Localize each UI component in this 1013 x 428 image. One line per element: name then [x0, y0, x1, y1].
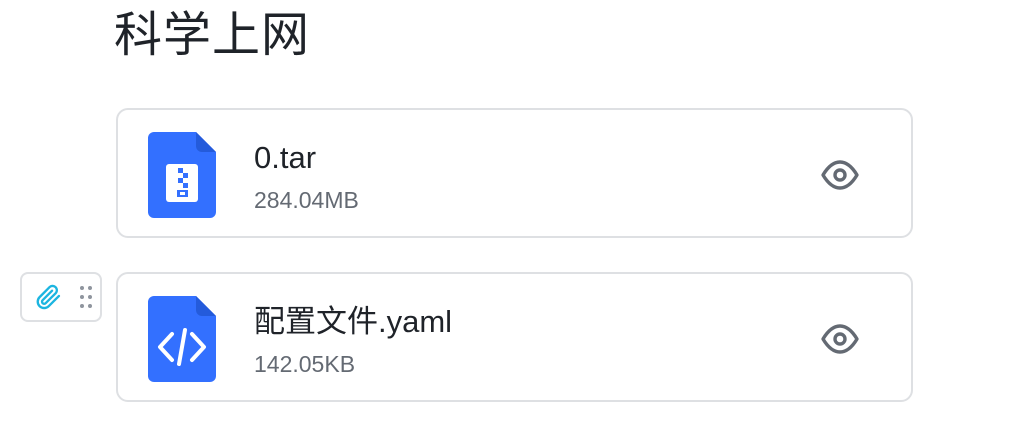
document-page: 科学上网 0.tar 284.04MB 配置文件.yaml 142.05KB — [0, 0, 1013, 428]
eye-icon — [821, 324, 859, 354]
preview-button[interactable] — [818, 317, 862, 361]
drag-handle-icon[interactable] — [78, 284, 94, 310]
archive-file-icon — [148, 132, 216, 218]
file-size: 142.05KB — [254, 351, 356, 377]
block-handle[interactable] — [20, 272, 102, 322]
file-name: 0.tar — [254, 140, 317, 175]
file-size: 284.04MB — [254, 187, 359, 213]
preview-button[interactable] — [818, 153, 862, 197]
page-title: 科学上网 — [114, 9, 311, 62]
file-name: 配置文件.yaml — [254, 304, 453, 339]
eye-icon — [821, 160, 859, 190]
paperclip-icon[interactable] — [34, 283, 62, 311]
code-file-icon — [148, 296, 216, 382]
file-card[interactable]: 0.tar 284.04MB — [116, 108, 913, 238]
file-card[interactable]: 配置文件.yaml 142.05KB — [116, 272, 913, 402]
